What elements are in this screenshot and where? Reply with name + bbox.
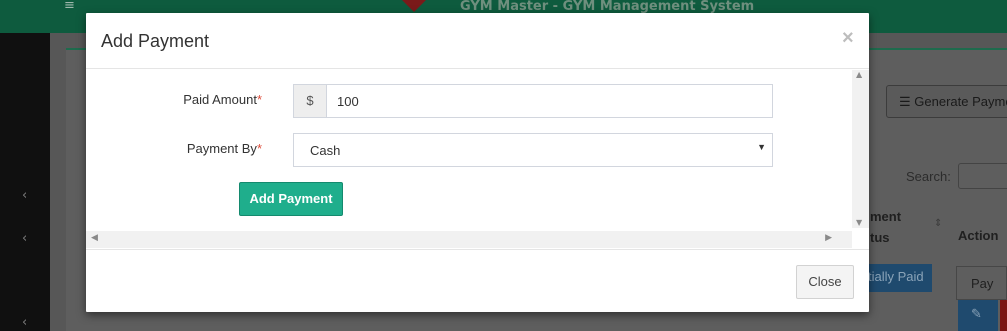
table-header-status-line1: ment [870,209,902,224]
search-label: Search: [906,169,951,184]
generate-payment-button[interactable]: ☰ Generate Payme [886,85,1007,118]
modal-body: Paid Amount* $ Payment By* Cash ▼ Add Pa… [86,70,869,228]
edit-icon: ✎ [971,307,982,322]
modal-footer: Close [86,249,869,312]
horizontal-scrollbar[interactable]: ◀ ▶ [86,231,852,248]
table-header-payment-status[interactable]: ment tus [870,206,940,248]
generate-payment-label: Generate Payme [914,94,1007,109]
modal-header: Add Payment × [86,13,869,69]
paid-amount-group: $ [293,84,773,118]
required-mark: * [256,141,262,156]
scroll-up-icon[interactable]: ▲ [856,70,862,79]
table-header-status-line2: tus [870,230,890,245]
sidebar: ‹ ‹ ‹ [0,33,50,331]
paid-amount-label: Paid Amount* [86,92,262,107]
currency-addon: $ [294,85,327,117]
chevron-left-icon[interactable]: ‹ [22,231,27,246]
sort-icon[interactable]: ⇕ [934,218,942,229]
payment-by-label-text: Payment By [186,141,257,156]
search-input[interactable] [958,163,1007,189]
paid-amount-label-text: Paid Amount [183,92,257,107]
paid-amount-input[interactable] [327,85,772,117]
pay-button[interactable]: Pay [956,266,1007,300]
app-title: GYM Master - GYM Management System [460,0,755,14]
edit-button[interactable]: ✎ [958,300,998,331]
chevron-left-icon[interactable]: ‹ [22,315,27,330]
caret-down-icon: ▼ [757,142,766,152]
vertical-scrollbar[interactable]: ▲ ▼ [852,70,869,228]
list-icon: ☰ [899,94,911,109]
scroll-down-icon[interactable]: ▼ [856,218,862,227]
payment-by-selected: Cash [310,143,341,158]
logo-icon [402,0,426,12]
scroll-left-icon[interactable]: ◀ [91,233,98,243]
add-payment-modal: Add Payment × Paid Amount* $ Payment By*… [86,13,869,312]
scroll-right-icon[interactable]: ▶ [825,233,832,243]
delete-button[interactable] [1000,300,1007,331]
payment-by-select[interactable]: Cash ▼ [293,133,773,167]
payment-by-label: Payment By* [86,141,262,156]
modal-title: Add Payment [101,31,210,51]
table-header-action: Action [958,228,999,243]
close-button[interactable]: Close [796,265,854,299]
close-icon[interactable]: × [842,27,854,50]
required-mark: * [256,92,262,107]
add-payment-button[interactable]: Add Payment [239,182,343,216]
chevron-left-icon[interactable]: ‹ [22,188,27,203]
hamburger-icon[interactable]: ≡ [64,0,78,14]
status-badge: tially Paid [868,264,932,292]
